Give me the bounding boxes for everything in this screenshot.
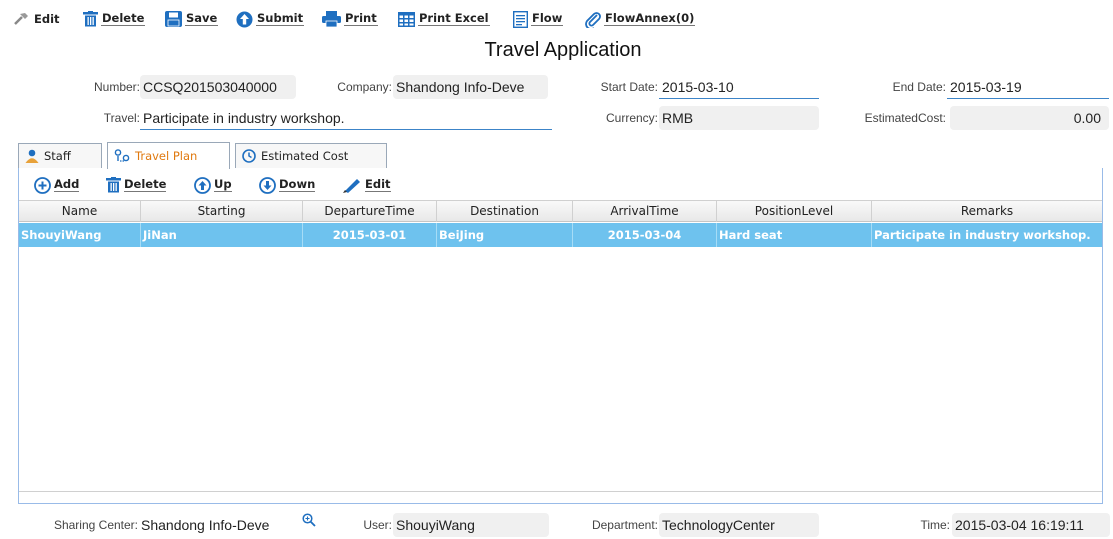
pencil-icon	[343, 179, 360, 193]
main-toolbar: Edit Delete Save Submit Print Print Exce…	[0, 0, 1113, 36]
document-list-icon	[513, 10, 528, 28]
search-icon[interactable]	[302, 513, 316, 527]
arrow-up-circle-icon	[194, 176, 211, 194]
move-up-button[interactable]: Up	[194, 175, 232, 195]
cell-destination: BeiJing	[437, 223, 573, 247]
time-field[interactable]: 2015-03-04 16:19:11	[952, 513, 1110, 537]
move-down-button[interactable]: Down	[259, 175, 316, 195]
floppy-disk-icon	[165, 11, 182, 27]
estimated-cost-field[interactable]: 0.00	[950, 106, 1109, 130]
start-date-field[interactable]: 2015-03-10	[659, 75, 819, 99]
number-label: Number:	[93, 80, 140, 94]
column-header-position-level[interactable]: PositionLevel	[717, 201, 872, 222]
plus-circle-icon	[34, 176, 51, 194]
cell-remarks: Participate in industry workshop.	[874, 228, 1091, 242]
save-button[interactable]: Save	[165, 9, 219, 29]
arrow-down-circle-icon	[259, 176, 276, 194]
hammer-icon	[14, 13, 28, 25]
tab-estimated-cost[interactable]: Estimated Cost	[235, 143, 387, 168]
paperclip-icon	[585, 11, 601, 28]
sharing-center-label: Sharing Center:	[53, 518, 138, 532]
department-label: Department:	[591, 518, 658, 532]
page-title: Travel Application	[484, 39, 642, 61]
user-field[interactable]: ShouyiWang	[393, 513, 549, 537]
end-date-label: End Date:	[892, 80, 946, 94]
cell-name: ShouyiWang	[19, 223, 141, 247]
estimated-cost-label: EstimatedCost:	[864, 111, 946, 125]
print-excel-button[interactable]: Print Excel	[398, 9, 490, 29]
tab-travel-plan[interactable]: Travel Plan	[107, 142, 230, 169]
column-header-remarks[interactable]: Remarks	[872, 201, 1102, 222]
company-label: Company:	[337, 80, 392, 94]
grid-header: Name Starting DepartureTime Destination …	[19, 200, 1102, 222]
submit-button[interactable]: Submit	[236, 9, 305, 29]
company-field[interactable]: Shandong Info-Deve	[393, 75, 548, 99]
delete-button[interactable]: Delete	[83, 9, 146, 29]
trash-icon	[106, 177, 121, 193]
column-header-arrival-time[interactable]: ArrivalTime	[573, 201, 717, 222]
edit-row-button[interactable]: Edit	[342, 175, 391, 195]
column-header-departure-time[interactable]: DepartureTime	[303, 201, 437, 222]
cell-position-level: Hard seat	[717, 223, 872, 247]
tab-staff[interactable]: Staff	[18, 143, 102, 168]
department-field[interactable]: TechnologyCenter	[659, 513, 819, 537]
cell-arrival-time: 2015-03-04	[573, 223, 717, 247]
arrow-up-circle-icon	[236, 11, 253, 27]
clock-icon	[242, 149, 256, 163]
add-row-button[interactable]: Add	[34, 175, 80, 195]
number-field[interactable]: CCSQ201503040000	[140, 75, 296, 99]
grid-footer-divider	[19, 491, 1102, 492]
column-header-starting[interactable]: Starting	[141, 201, 303, 222]
column-header-destination[interactable]: Destination	[437, 201, 573, 222]
start-date-label: Start Date:	[600, 80, 658, 94]
currency-label: Currency:	[605, 111, 658, 125]
user-label: User:	[363, 518, 392, 532]
user-icon	[25, 149, 39, 163]
trash-icon	[83, 11, 98, 27]
travel-label: Travel:	[103, 111, 140, 125]
cell-departure-time: 2015-03-01	[303, 223, 437, 247]
time-label: Time:	[920, 518, 950, 532]
currency-field[interactable]: RMB	[659, 106, 819, 130]
travel-field[interactable]: Participate in industry workshop.	[140, 106, 552, 130]
sharing-center-field[interactable]: Shandong Info-Deve	[138, 513, 288, 537]
column-header-name[interactable]: Name	[19, 201, 141, 222]
end-date-field[interactable]: 2015-03-19	[947, 75, 1109, 99]
table-row[interactable]: ShouyiWang JiNan 2015-03-01 BeiJing 2015…	[19, 223, 1102, 247]
grid-toolbar: Add Delete Up Down Edit	[18, 172, 1103, 198]
flow-annex-button[interactable]: FlowAnnex(0)	[584, 9, 696, 29]
table-grid-icon	[398, 11, 415, 27]
cell-starting: JiNan	[141, 223, 303, 247]
flow-button[interactable]: Flow	[513, 9, 564, 29]
route-icon	[114, 149, 130, 162]
delete-row-button[interactable]: Delete	[106, 175, 167, 195]
print-button[interactable]: Print	[322, 9, 378, 29]
printer-icon	[322, 11, 341, 27]
edit-button[interactable]: Edit	[14, 9, 61, 29]
